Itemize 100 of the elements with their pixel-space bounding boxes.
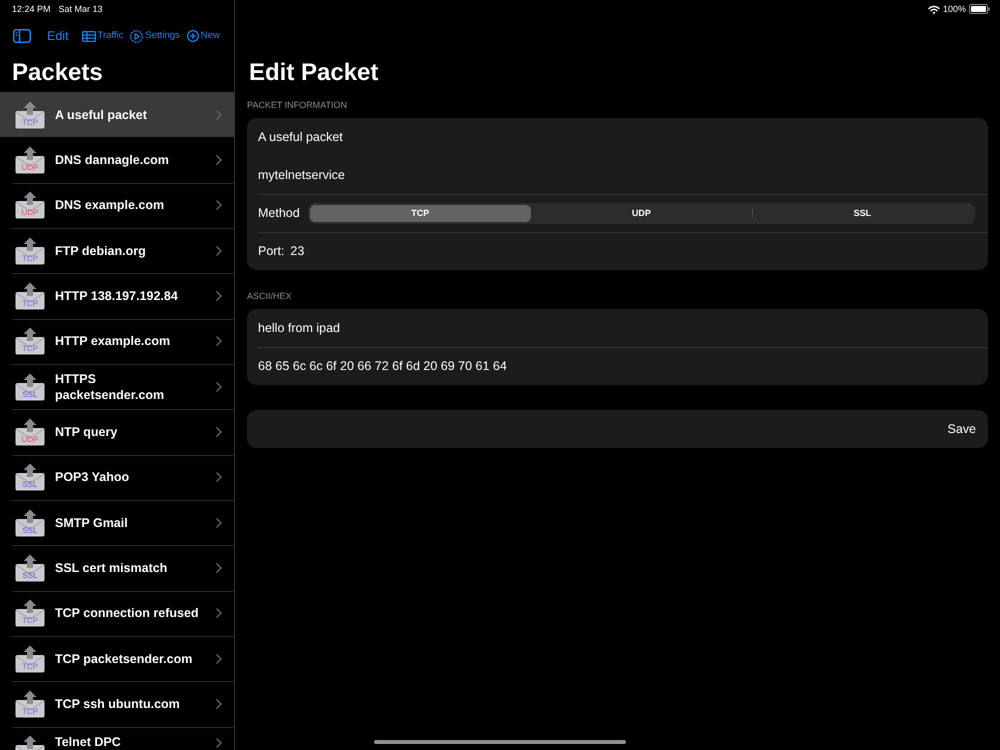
port-field[interactable]: 23: [290, 243, 977, 259]
chevron-icon: [216, 699, 222, 710]
protocol-label: SSL: [22, 480, 38, 490]
protocol-label: TCP: [22, 662, 38, 671]
envelope-arrow-icon: [15, 372, 45, 401]
page-title: Edit Packet: [248, 58, 380, 88]
chevron-icon: [216, 654, 222, 664]
method-label: Method: [258, 205, 300, 221]
packet-list-item[interactable]: SSL HTTPS packetsender.com: [0, 364, 234, 410]
sidebar-toggle-button[interactable]: [13, 29, 31, 43]
chevron-icon: [216, 738, 222, 748]
protocol-label: TCP: [22, 616, 38, 626]
protocol-label: SSL: [22, 390, 38, 399]
packet-list-item[interactable]: TCP HTTP 138.197.192.84: [0, 273, 234, 319]
ascii-field[interactable]: hello from ipad: [258, 320, 977, 336]
settings-button[interactable]: Settings: [130, 30, 180, 42]
protocol-label: UDP: [22, 163, 38, 172]
packet-list-item[interactable]: UDP DNS dannagle.com: [0, 137, 234, 183]
envelope-arrow-icon: [15, 146, 45, 174]
packet-name: DNS example.com: [55, 197, 166, 214]
hex-field[interactable]: 68 65 6c 6c 6f 20 66 72 6f 6d 20 69 70 61 64: [258, 358, 977, 374]
packet-name: HTTP example.com: [55, 333, 172, 350]
method-segment[interactable]: TCP: [310, 204, 531, 222]
method-segment[interactable]: UDP: [530, 204, 752, 222]
envelope-arrow-icon: [15, 100, 45, 129]
battery-percent: 100%: [942, 4, 966, 14]
section-header: PACKET INFORMATION: [246, 100, 348, 111]
envelope-arrow-icon: [15, 191, 45, 220]
chevron-icon: [216, 291, 222, 302]
status-time: 12:24 PM: [12, 4, 51, 14]
packet-name: TCP packetsender.com: [55, 650, 194, 667]
battery-icon: [969, 4, 990, 14]
protocol-label: TCP: [22, 118, 38, 127]
packet-name: DNS dannagle.com: [55, 152, 170, 168]
sidebar-title: Packets: [11, 58, 104, 88]
packet-name: NTP query: [55, 424, 118, 440]
envelope-arrow-icon: [15, 236, 45, 265]
packet-list-item[interactable]: TCP TCP connection refused: [0, 590, 234, 636]
chevron-icon: [216, 608, 222, 618]
packet-list-item[interactable]: TCP TCP packetsender.com: [0, 636, 234, 682]
packet-list-item[interactable]: SSL SMTP Gmail: [0, 500, 234, 546]
chevron-icon: [216, 200, 222, 210]
packet-name: Telnet DPC: [55, 734, 122, 749]
traffic-button[interactable]: Traffic: [82, 30, 124, 42]
chevron-icon: [216, 336, 222, 346]
envelope-arrow-icon: [15, 463, 45, 492]
protocol-label: UDP: [22, 435, 38, 444]
port-label: Port:: [258, 243, 284, 259]
new-button[interactable]: New: [186, 30, 220, 42]
packet-list-item[interactable]: TCP A useful packet: [0, 92, 234, 138]
packet-name: SMTP Gmail: [55, 514, 129, 531]
section-header: ASCII/HEX: [246, 291, 293, 302]
packet-list-item[interactable]: SSL POP3 Yahoo: [0, 454, 234, 500]
packet-name: POP3 Yahoo: [55, 469, 130, 486]
packet-list-item[interactable]: TCP HTTP example.com: [0, 318, 234, 364]
envelope-arrow-icon: [15, 418, 45, 446]
protocol-label: TCP: [22, 344, 38, 354]
protocol-label: TCP: [22, 299, 38, 308]
chevron-icon: [216, 110, 222, 120]
protocol-label: SSL: [22, 571, 38, 580]
packet-list-item[interactable]: SSL SSL cert mismatch: [0, 545, 234, 591]
chevron-icon: [216, 518, 222, 528]
packet-name-field[interactable]: A useful packet: [258, 129, 977, 145]
host-field[interactable]: mytelnetservice: [258, 167, 977, 183]
table-icon: [82, 30, 96, 42]
chevron-icon: [216, 427, 222, 438]
packet-name: HTTPS packetsender.com: [55, 370, 166, 403]
chevron-icon: [216, 382, 222, 392]
envelope-arrow-icon: [15, 282, 45, 310]
chevron-icon: [216, 155, 222, 166]
edit-button[interactable]: Edit: [47, 28, 69, 44]
envelope-arrow-icon: [15, 599, 45, 628]
packet-name: SSL cert mismatch: [55, 560, 168, 576]
protocol-label: TCP: [22, 254, 38, 263]
wifi-icon: [928, 4, 940, 14]
packet-name: HTTP 138.197.192.84: [55, 288, 179, 304]
packet-list-item[interactable]: Telnet DPC: [0, 726, 234, 750]
chevron-icon: [216, 472, 222, 482]
protocol-label: SSL: [22, 526, 38, 535]
protocol-label: TCP: [22, 707, 38, 716]
save-button[interactable]: Save: [247, 410, 988, 448]
packet-name: TCP connection refused: [55, 605, 200, 622]
segmented-control[interactable]: TCP UDP SSL: [308, 202, 975, 224]
packet-list-item[interactable]: UDP DNS example.com: [0, 182, 234, 228]
packet-list-item[interactable]: TCP TCP ssh ubuntu.com: [0, 681, 234, 727]
packet-name: A useful packet: [55, 106, 148, 123]
packet-list-item[interactable]: UDP NTP query: [0, 409, 234, 455]
play-circle-icon: [130, 30, 144, 42]
status-date: Sat Mar 13: [58, 4, 103, 14]
envelope-arrow-icon: [15, 644, 45, 673]
chevron-icon: [216, 563, 222, 574]
sidebar-icon: [13, 29, 31, 43]
packet-name: FTP debian.org: [55, 242, 147, 259]
packet-list-item[interactable]: TCP FTP debian.org: [0, 228, 234, 274]
chevron-icon: [216, 246, 222, 256]
method-segment[interactable]: SSL: [752, 204, 973, 222]
envelope-arrow-icon: [15, 734, 45, 750]
envelope-arrow-icon: [15, 554, 45, 582]
packet-name: TCP ssh ubuntu.com: [55, 696, 181, 712]
protocol-label: UDP: [22, 208, 38, 218]
